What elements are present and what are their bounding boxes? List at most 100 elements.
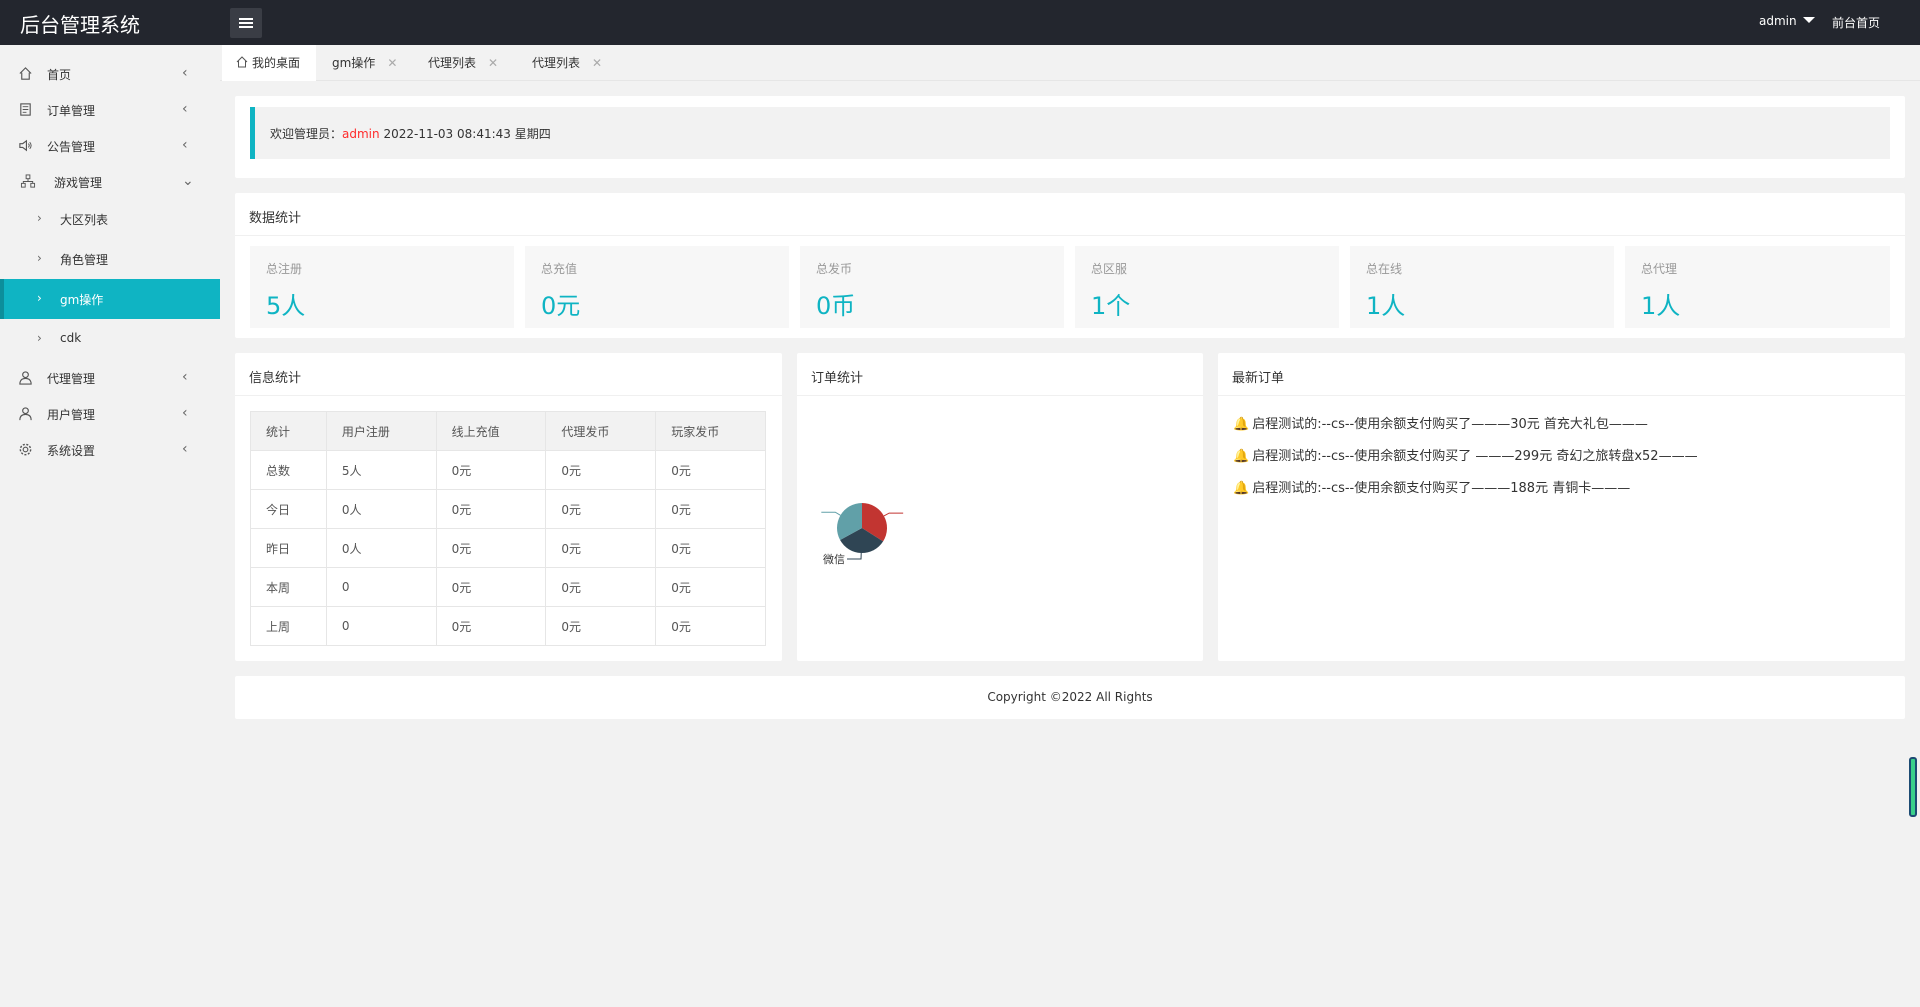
table-cell: 0元 [435,528,547,568]
order-item: 🔔 启程测试的:--cs--使用余额支付购买了———188元 青铜卡——— [1233,477,1630,496]
tab-agent-list-2[interactable]: 代理列表 ✕ [532,45,602,81]
sidebar-item-agents[interactable]: 代理管理 ‹ [0,361,220,395]
user-icon [19,407,32,421]
caret-down-icon [1802,17,1815,23]
table-row: 上周 0 0元 0元 0元 [250,606,766,646]
home-icon [19,67,32,80]
user-menu[interactable]: admin [1759,14,1815,28]
table-cell: 0元 [435,489,547,529]
order-item: 🔔 启程测试的:--cs--使用余额支付购买了———30元 首充大礼包——— [1233,413,1648,432]
stat-label: 总区服 [1091,262,1128,276]
speaker-icon [19,139,32,152]
stat-total-coins: 总发币 0币 [800,246,1064,328]
table-row: 总数 5人 0元 0元 0元 [250,450,766,490]
table-cell: 0元 [545,606,657,646]
stat-value: 1人 [1641,292,1681,320]
order-pie-chart: 微信 [821,503,904,566]
table-cell: 0元 [545,528,657,568]
sitemap-icon [20,174,36,188]
tab-bar: 我的桌面 gm操作 ✕ 代理列表 ✕ 代理列表 ✕ [220,45,1920,81]
close-icon[interactable]: ✕ [488,56,498,70]
sidebar-item-label: 代理管理 [47,372,96,386]
sidebar-item-home[interactable]: 首页 ‹ [0,57,220,91]
stat-label: 总在线 [1366,262,1403,276]
chevron-right-icon: › [37,251,42,265]
order-item: 🔔 启程测试的:--cs--使用余额支付购买了 ———299元 奇幻之旅转盘x52… [1233,445,1698,464]
stat-label: 总充值 [541,262,578,276]
tab-gm[interactable]: gm操作 ✕ [332,45,397,81]
table-cell: 0元 [655,450,766,490]
divider [235,235,1905,236]
sidebar-subitem-label: cdk [60,331,82,345]
order-text: 启程测试的:--cs--使用余额支付购买了———30元 首充大礼包——— [1252,417,1648,432]
stat-label: 总代理 [1641,262,1678,276]
pie-leader-line [847,552,862,560]
sidebar-subitem-roles[interactable]: › 角色管理 [0,239,220,279]
chevron-left-icon: ‹ [182,101,188,117]
pie-label: 微信 [823,552,845,566]
welcome-text: 欢迎管理员：admin 2022-11-03 08:41:43 星期四 [270,125,551,142]
table-row: 本周 0 0元 0元 0元 [250,567,766,607]
table-cell: 0元 [545,567,657,607]
sidebar-subitem-regions[interactable]: › 大区列表 [0,199,220,239]
sidebar-subitem-cdk[interactable]: › cdk [0,319,220,359]
sidebar-item-label: 用户管理 [47,408,96,422]
pie-leader-line [821,511,841,516]
tab-my-desktop[interactable]: 我的桌面 [222,45,316,81]
front-home-link[interactable]: 前台首页 [1832,14,1880,31]
divider [1218,395,1905,396]
card-title: 最新订单 [1232,371,1285,386]
sidebar-item-settings[interactable]: 系统设置 ‹ [0,433,220,467]
sidebar-item-orders[interactable]: 订单管理 ‹ [0,93,220,127]
home-icon [236,56,248,68]
close-icon[interactable]: ✕ [592,56,602,70]
table-cell: 0人 [325,489,437,529]
table-header-row: 统计 用户注册 线上充值 代理发币 玩家发币 [250,411,766,451]
bell-icon: 🔔 [1233,449,1250,464]
app-title: 后台管理系统 [20,13,140,37]
table-cell: 0元 [545,489,657,529]
table-header: 线上充值 [435,411,547,451]
tab-label: 我的桌面 [252,56,301,70]
sidebar-item-games[interactable]: 游戏管理 ⌄ [0,165,220,199]
order-text: 启程测试的:--cs--使用余额支付购买了———188元 青铜卡——— [1252,481,1631,496]
stat-total-agents: 总代理 1人 [1625,246,1890,328]
sidebar-item-label: 系统设置 [47,444,96,458]
sidebar-item-label: 订单管理 [47,104,96,118]
sidebar-item-label: 公告管理 [47,140,96,154]
chevron-right-icon: › [37,331,42,345]
table-cell: 昨日 [250,528,327,568]
chevron-left-icon: ‹ [182,369,188,385]
table-header: 用户注册 [325,411,437,451]
menu-toggle-button[interactable] [230,8,262,38]
table-cell: 0元 [655,567,766,607]
table-cell: 0元 [655,606,766,646]
stat-value: 0元 [541,292,581,320]
stat-total-registered: 总注册 5人 [250,246,514,328]
table-cell: 0 [325,606,437,646]
divider [235,395,782,396]
tab-label: 代理列表 [428,56,477,70]
close-icon[interactable]: ✕ [387,56,397,70]
sidebar-subitem-gm[interactable]: › gm操作 [0,279,220,319]
chevron-left-icon: ‹ [182,65,188,81]
document-icon [20,103,31,116]
stat-total-recharge: 总充值 0元 [525,246,789,328]
table-cell: 0 [325,567,437,607]
stat-total-servers: 总区服 1个 [1075,246,1339,328]
table-cell: 上周 [250,606,327,646]
welcome-datetime: 2022-11-03 08:41:43 星期四 [383,127,551,141]
table-cell: 0元 [545,450,657,490]
stat-value: 5人 [266,292,306,320]
stat-value: 0币 [816,292,856,320]
scroll-indicator[interactable] [1909,757,1917,817]
sidebar-item-announcements[interactable]: 公告管理 ‹ [0,129,220,163]
latest-orders-card: 最新订单 [1218,353,1905,661]
top-header: 后台管理系统 admin 前台首页 [0,0,1920,45]
chevron-right-icon: › [37,291,42,305]
table-cell: 0人 [325,528,437,568]
sidebar-item-users[interactable]: 用户管理 ‹ [0,397,220,431]
table-cell: 0元 [435,567,547,607]
tab-agent-list[interactable]: 代理列表 ✕ [428,45,498,81]
table-cell: 今日 [250,489,327,529]
